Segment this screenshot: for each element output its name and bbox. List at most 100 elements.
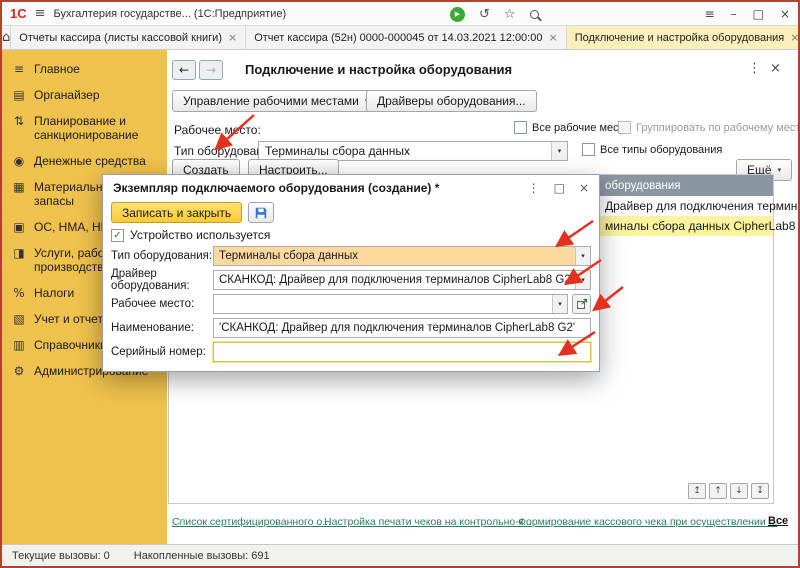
chevron-down-icon[interactable]: ▾ [551,142,567,160]
equipment-type-value: Терминалы сбора данных [259,144,551,158]
all-links-link[interactable]: Все [768,515,788,527]
tab-bar: ⌂ Отчеты кассира (листы кассовой книги) … [2,26,798,50]
dialog-title-bar: Экземпляр подключаемого оборудования (со… [103,175,599,200]
go-bottom-button[interactable]: ↧ [751,483,769,499]
main-menu-icon[interactable]: ≡ [35,6,46,21]
menu-icon: ≡ [12,62,26,76]
dialog-maximize-icon[interactable]: □ [554,181,565,195]
back-button[interactable]: ← [172,60,196,80]
field-label: Рабочее место: [111,298,213,310]
certified-equipment-link[interactable]: Список сертифицированного о... [172,516,331,528]
gear-icon: ⚙ [12,364,26,378]
tab-close-icon[interactable]: × [548,31,557,44]
tab-close-icon[interactable]: × [228,31,237,44]
status-bar: Текущие вызовы: 0 Накопленные вызовы: 69… [2,544,798,566]
play-icon[interactable]: ▶ [450,7,465,22]
all-workplaces-checkbox[interactable]: Все рабочие места [514,121,630,134]
more-menu-icon[interactable]: ⋮ [748,61,761,76]
chevron-down-icon[interactable]: ▾ [552,295,567,313]
name-field[interactable]: 'СКАНКОД: Драйвер для подключения термин… [213,318,591,338]
table-pagination: ↥ ↑ ↓ ↧ [688,483,769,499]
application-window: 1С ≡ Бухгалтерия государстве... (1С:Пред… [0,0,800,568]
sidebar-item-planning[interactable]: ⇅ Планирование и санкционирование [2,108,167,148]
tab-cashier-reports[interactable]: Отчеты кассира (листы кассовой книги) × [11,26,246,49]
dialog-title: Экземпляр подключаемого оборудования (со… [113,181,514,195]
group-by-workplace-checkbox: Группировать по рабочему месту [618,121,800,134]
accounting-icon: ▧ [12,312,26,326]
save-icon [254,206,268,220]
serial-number-field[interactable] [213,342,591,362]
history-icon[interactable]: ↺ [479,7,490,22]
equipment-type-select[interactable]: Терминалы сбора данных ▾ [258,141,568,161]
references-icon: ▥ [12,338,26,352]
receipt-print-settings-link[interactable]: Настройка печати чеков на контрольно-к..… [324,516,532,528]
service-menu-icon[interactable]: ≡ [705,7,715,21]
receipt-forming-link[interactable]: Формирование кассового чека при осуществ… [518,516,777,528]
chevron-down-icon: ▾ [778,166,782,174]
sidebar-item-main[interactable]: ≡ Главное [2,56,167,82]
titlebar-tools: ▶ ↺ ☆ [450,2,539,26]
window-controls: ≡ – □ × [705,2,790,26]
workplace-label: Рабочее место: [174,123,261,137]
forward-button[interactable]: → [199,60,223,80]
open-workplace-button[interactable] [572,294,591,314]
equipment-type-field[interactable]: Терминалы сбора данных ▾ [213,246,591,266]
save-button[interactable] [248,202,274,223]
checkbox-box [514,121,527,134]
planning-icon: ⇅ [12,114,26,142]
chevron-down-icon[interactable]: ▾ [575,271,590,289]
close-button[interactable]: × [780,7,790,21]
services-icon: ◨ [12,246,26,274]
tab-label: Отчеты кассира (листы кассовой книги) [19,32,222,44]
window-title: Бухгалтерия государстве... (1С:Предприят… [54,8,287,20]
page-title: Подключение и настройка оборудования [245,62,512,77]
workplace-field[interactable]: ▾ [213,294,568,314]
checkbox-checked-box: ✓ [111,229,124,242]
dialog-more-icon[interactable]: ⋮ [528,181,540,195]
sidebar-item-label: Планирование и санкционирование [34,114,157,142]
device-used-checkbox[interactable]: ✓ Устройство используется [103,225,599,244]
field-label: Тип оборудования: [111,250,213,262]
home-tab[interactable]: ⌂ [2,26,11,49]
maximize-button[interactable]: □ [753,7,764,21]
tab-label: Отчет кассира (52н) 0000-000045 от 14.03… [254,32,542,44]
dialog-form: Тип оборудования: Терминалы сбора данных… [103,244,599,364]
inventory-icon: ▦ [12,180,26,208]
go-top-button[interactable]: ↥ [688,483,706,499]
accumulated-calls: Накопленные вызовы: 691 [134,550,270,562]
check-icon: ✓ [113,230,121,241]
dialog-close-icon[interactable]: × [579,181,589,195]
button-label: Драйверы оборудования... [377,94,526,108]
minimize-button[interactable]: – [731,7,737,21]
checkbox-label: Все типы оборудования [600,144,722,156]
field-value: СКАНКОД: Драйвер для подключения термина… [219,274,571,286]
taxes-icon: % [12,286,26,300]
checkbox-label: Устройство используется [130,228,270,242]
page-down-button[interactable]: ↓ [730,483,748,499]
manage-workplaces-button[interactable]: Управление рабочими местами ▾ [172,90,379,112]
driver-field[interactable]: СКАНКОД: Драйвер для подключения термина… [213,270,591,290]
save-and-close-button[interactable]: Записать и закрыть [111,202,242,223]
equipment-drivers-button[interactable]: Драйверы оборудования... [366,90,537,112]
search-icon[interactable] [530,10,539,19]
close-form-icon[interactable]: × [770,61,781,76]
sidebar-item-money[interactable]: ◉ Денежные средства [2,148,167,174]
sidebar-item-label: Органайзер [34,88,100,102]
sidebar-item-organizer[interactable]: ▤ Органайзер [2,82,167,108]
money-icon: ◉ [12,154,26,168]
checkbox-box [582,143,595,156]
tab-label: Подключение и настройка оборудования [575,32,785,44]
page-up-button[interactable]: ↑ [709,483,727,499]
favorites-star-icon[interactable]: ☆ [504,7,516,22]
tab-equipment-setup[interactable]: Подключение и настройка оборудования × [567,26,800,49]
tab-cashier-report-52n[interactable]: Отчет кассира (52н) 0000-000045 от 14.03… [246,26,567,49]
1c-logo: 1С [10,6,27,21]
checkbox-box [618,121,631,134]
tab-close-icon[interactable]: × [790,31,799,44]
button-label: Управление рабочими местами [183,94,359,108]
dialog-command-bar: Записать и закрыть [103,200,599,225]
all-types-checkbox[interactable]: Все типы оборудования [582,143,722,156]
equipment-instance-dialog: Экземпляр подключаемого оборудования (со… [102,174,600,372]
sidebar-item-label: Налоги [34,286,74,300]
chevron-down-icon[interactable]: ▾ [575,247,590,265]
